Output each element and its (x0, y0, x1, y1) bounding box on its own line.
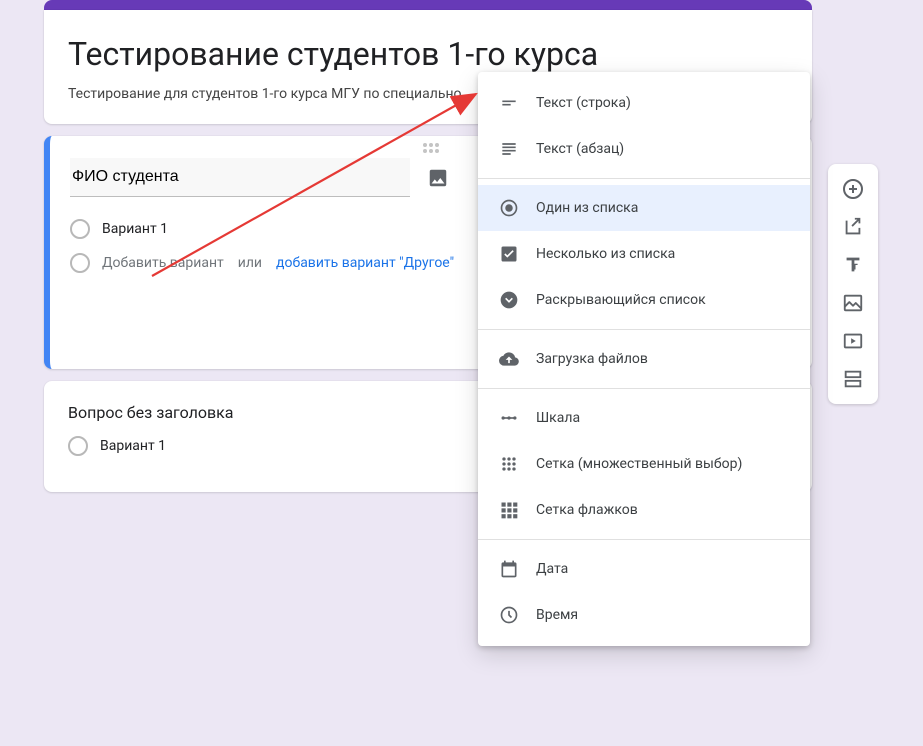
or-text: или (238, 255, 262, 271)
menu-item-label: Текст (абзац) (536, 141, 624, 157)
menu-divider (478, 329, 810, 330)
menu-item-label: Текст (строка) (536, 95, 631, 111)
import-questions-button[interactable] (834, 208, 872, 246)
radio-icon (68, 436, 88, 456)
scale-icon (498, 407, 520, 429)
menu-item-label: Загрузка файлов (536, 351, 648, 367)
add-option-label[interactable]: Добавить вариант (102, 255, 224, 271)
menu-item-label: Сетка флажков (536, 502, 638, 518)
form-title[interactable]: Тестирование студентов 1-го курса (68, 34, 788, 74)
menu-item-grid-radio[interactable]: Сетка (множественный выбор) (478, 441, 810, 487)
menu-item-label: Несколько из списка (536, 246, 675, 262)
menu-item-label: Сетка (множественный выбор) (536, 456, 742, 472)
time-icon (498, 604, 520, 626)
menu-item-paragraph[interactable]: Текст (абзац) (478, 126, 810, 172)
menu-item-upload[interactable]: Загрузка файлов (478, 336, 810, 382)
menu-item-label: Раскрывающийся список (536, 292, 706, 308)
option-label: Вариант 1 (100, 438, 166, 454)
radio-icon (70, 219, 90, 239)
add-image-button[interactable] (834, 284, 872, 322)
menu-item-label: Шкала (536, 410, 580, 426)
add-title-button[interactable] (834, 246, 872, 284)
side-toolbar (828, 164, 878, 404)
radio-icon (498, 197, 520, 219)
short-text-icon (498, 92, 520, 114)
menu-item-short-text[interactable]: Текст (строка) (478, 80, 810, 126)
add-video-button[interactable] (834, 322, 872, 360)
menu-divider (478, 388, 810, 389)
menu-item-dropdown[interactable]: Раскрывающийся список (478, 277, 810, 323)
menu-divider (478, 539, 810, 540)
question-type-menu: Текст (строка) Текст (абзац) Один из спи… (478, 72, 810, 646)
option-label[interactable]: Вариант 1 (102, 221, 168, 237)
question-title-input[interactable] (70, 158, 410, 197)
menu-divider (478, 178, 810, 179)
checkbox-icon (498, 243, 520, 265)
add-image-icon[interactable] (426, 166, 450, 190)
menu-item-date[interactable]: Дата (478, 546, 810, 592)
add-section-button[interactable] (834, 360, 872, 398)
menu-item-checkbox[interactable]: Несколько из списка (478, 231, 810, 277)
menu-item-label: Время (536, 607, 578, 623)
radio-icon (70, 253, 90, 273)
drag-handle-icon[interactable] (422, 142, 440, 154)
upload-icon (498, 348, 520, 370)
paragraph-icon (498, 138, 520, 160)
date-icon (498, 558, 520, 580)
menu-item-time[interactable]: Время (478, 592, 810, 638)
grid-check-icon (498, 499, 520, 521)
menu-item-label: Дата (536, 561, 568, 577)
menu-item-label: Один из списка (536, 200, 638, 216)
grid-radio-icon (498, 453, 520, 475)
menu-item-radio[interactable]: Один из списка (478, 185, 810, 231)
menu-item-grid-check[interactable]: Сетка флажков (478, 487, 810, 533)
form-accent-bar (44, 0, 812, 10)
dropdown-icon (498, 289, 520, 311)
add-question-button[interactable] (834, 170, 872, 208)
menu-item-scale[interactable]: Шкала (478, 395, 810, 441)
add-other-link[interactable]: добавить вариант "Другое" (276, 255, 454, 271)
